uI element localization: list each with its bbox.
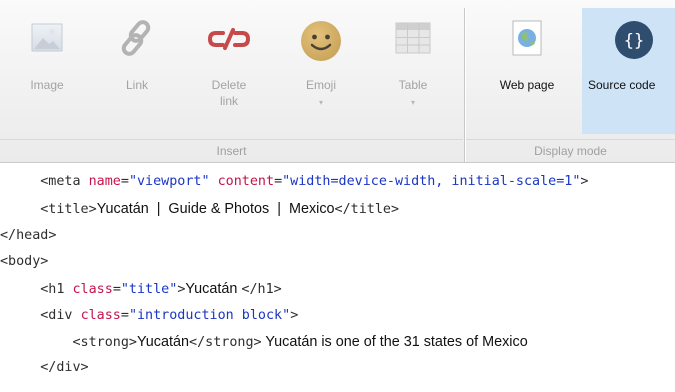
- code-token: <h1: [40, 282, 73, 297]
- code-token: "introduction block": [128, 308, 291, 323]
- web-page-button[interactable]: Web page: [490, 8, 564, 134]
- source-code-editor[interactable]: <meta name="viewport" content="width=dev…: [0, 163, 675, 392]
- source-code-button[interactable]: {} Source code: [582, 8, 675, 134]
- code-line: <meta name="viewport" content="width=dev…: [8, 169, 588, 195]
- link-icon: [121, 20, 151, 56]
- code-token: </head>: [0, 228, 57, 243]
- smiley-icon: [301, 21, 341, 61]
- table-icon: [395, 22, 431, 54]
- code-token: class: [72, 282, 113, 297]
- image-icon: [31, 23, 63, 52]
- code-token: Yucatán is one of the 31 states of Mexic…: [261, 334, 528, 350]
- emoji-button[interactable]: Emoji ▾: [284, 8, 358, 134]
- code-line: </head>: [0, 223, 56, 249]
- web-page-label: Web page: [499, 78, 555, 92]
- code-token: content: [217, 174, 275, 189]
- delete-link-button[interactable]: Delete link: [192, 8, 266, 134]
- code-token: </title>: [334, 202, 400, 217]
- svg-text:{}: {}: [624, 31, 644, 51]
- code-token: "title": [120, 282, 178, 297]
- chevron-down-icon: ▾: [318, 98, 323, 107]
- image-button[interactable]: Image: [10, 8, 84, 134]
- broken-link-icon: [207, 28, 251, 50]
- code-token: <title>: [40, 202, 97, 217]
- emoji-label: Emoji: [305, 78, 336, 92]
- insert-group: Image Link Delete link Emoji ▾ Table ▾ I…: [0, 0, 463, 162]
- code-token: >: [290, 308, 299, 323]
- code-token: </h1>: [241, 282, 282, 297]
- code-token: =: [120, 308, 129, 323]
- delete-link-label: Delete link: [211, 78, 247, 108]
- code-token: Yucatán: [137, 334, 190, 350]
- code-line: <strong>Yucatán</strong> Yucatán is one …: [8, 329, 528, 355]
- globe-page-icon: [512, 20, 542, 56]
- code-token: class: [80, 308, 121, 323]
- table-button[interactable]: Table ▾: [376, 8, 450, 134]
- ribbon-toolbar: Image Link Delete link Emoji ▾ Table ▾ I…: [0, 0, 675, 163]
- code-token: >: [580, 174, 589, 189]
- code-token: </div>: [40, 360, 89, 375]
- code-token: <div: [40, 308, 81, 323]
- code-token: <strong>: [72, 335, 138, 350]
- display-mode-group-label: Display mode: [466, 139, 675, 162]
- code-token: Yucatán: [185, 281, 242, 297]
- code-token: =: [120, 174, 129, 189]
- insert-group-label: Insert: [0, 139, 463, 162]
- code-line: <body>: [0, 249, 48, 275]
- link-button[interactable]: Link: [100, 8, 174, 134]
- link-label: Link: [125, 78, 148, 92]
- code-token: </strong>: [189, 335, 262, 350]
- code-line: <div class="introduction block">: [8, 303, 298, 329]
- code-token: =: [274, 174, 283, 189]
- code-token: "viewport": [128, 174, 210, 189]
- image-label: Image: [30, 78, 64, 92]
- code-token: "width=device-width, initial-scale=1": [282, 174, 581, 189]
- braces-icon: {}: [615, 21, 653, 59]
- display-mode-group: Web page {} Source code Display mode: [466, 0, 675, 162]
- code-token: <meta: [40, 174, 89, 189]
- code-line: <title>Yucatán | Guide & Photos | Mexico…: [8, 196, 399, 222]
- table-label: Table: [398, 78, 428, 92]
- code-token: <body>: [0, 254, 49, 269]
- chevron-down-icon: ▾: [410, 98, 415, 107]
- source-code-label: Source code: [588, 78, 656, 92]
- code-token: name: [88, 174, 121, 189]
- group-divider: [464, 8, 465, 162]
- code-line: </div>: [8, 355, 89, 381]
- code-token: Yucatán | Guide & Photos | Mexico: [96, 201, 335, 217]
- code-token: =: [112, 282, 121, 297]
- code-line: <h1 class="title">Yucatán </h1>: [8, 276, 282, 302]
